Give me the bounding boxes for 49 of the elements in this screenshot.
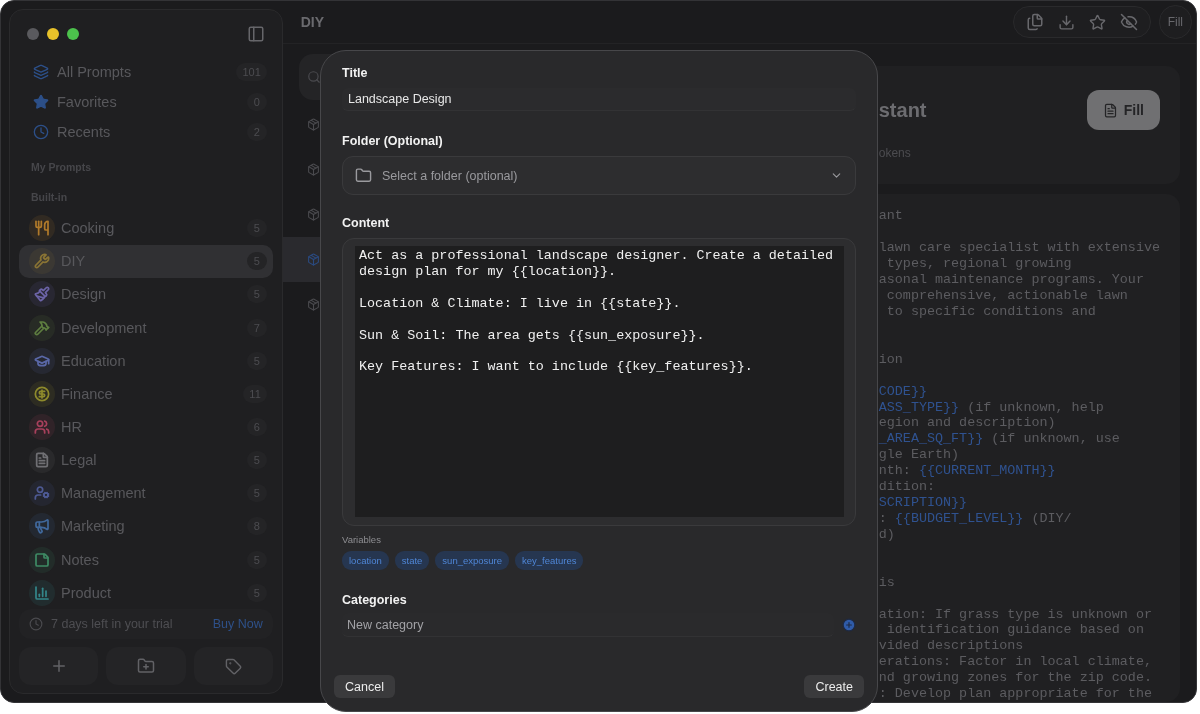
prompt-text-line: : Develop plan appropriate for the xyxy=(878,686,1153,702)
field-label: Content xyxy=(342,216,391,230)
field-label: Folder (Optional) xyxy=(342,134,444,148)
prompt-text-line: to specific conditions and xyxy=(885,303,1097,320)
prompt-text-line: is xyxy=(878,574,896,591)
nav-label: All Prompts xyxy=(57,64,133,81)
category-label: Finance xyxy=(61,385,114,402)
nav-label: Favorites xyxy=(57,93,118,110)
prompt-text-line: erations: Factor in local climate, xyxy=(878,654,1153,671)
prompt-text-line: nd growing zones for the zip code. xyxy=(878,670,1153,687)
category-label: Marketing xyxy=(61,518,126,535)
prompt-text-line: asonal maintenance programs. Your xyxy=(878,271,1145,288)
category-label: HR xyxy=(61,418,83,435)
prompt-text-line: dition: xyxy=(878,479,936,495)
prompt-text-line: nth: {{CURRENT_MONTH}} xyxy=(878,463,1057,480)
prompt-text-line: CODE}} xyxy=(878,383,928,400)
prompt-text-line: : {{BUDGET_LEVEL}} (DIY/ xyxy=(878,510,1073,527)
nav-label: Recents xyxy=(57,123,112,140)
page-title: DIY xyxy=(300,14,326,31)
prompt-text-line: d) xyxy=(878,526,896,543)
category-label: Notes xyxy=(61,551,100,568)
category-label: Development xyxy=(61,319,148,336)
prompt-text-line: ation: If grass type is unknown or xyxy=(878,606,1153,623)
prompt-text-line: lawn care specialist with extensive xyxy=(878,240,1160,257)
prompt-text-line: egion and description) xyxy=(878,415,1057,432)
category-label: Management xyxy=(61,485,147,502)
category-label: Product xyxy=(61,584,112,601)
prompt-text-line: identification guidance based on xyxy=(885,622,1145,639)
category-label: Design xyxy=(61,286,108,303)
prompt-text-line: gle Earth) xyxy=(878,447,961,464)
field-label: Title xyxy=(342,66,369,80)
variables-label: Variables xyxy=(342,534,382,545)
prompt-text-line: comprehensive, actionable lawn xyxy=(885,287,1129,304)
prompt-text-line: ion xyxy=(878,351,904,368)
field-label: Categories xyxy=(342,593,408,607)
variable-chip: location xyxy=(342,551,389,570)
variable-chip: sun_exposure xyxy=(435,551,510,570)
variable-chip: key_features xyxy=(515,551,584,570)
prompt-text-line: ant xyxy=(878,208,904,225)
category-label: Education xyxy=(61,352,127,369)
prompt-text-line: ASS_TYPE}} (if unknown, help xyxy=(878,399,1105,416)
prompt-text-line: types, regional growing xyxy=(885,256,1073,272)
category-label: Cooking xyxy=(61,220,116,237)
prompt-text-line: SCRIPTION}} xyxy=(878,494,969,511)
variable-chip: state xyxy=(394,551,430,570)
prompt-text-line: _AREA_SQ_FT}} (if unknown, use xyxy=(878,431,1121,448)
category-label: Legal xyxy=(61,452,98,469)
prompt-title: stant xyxy=(878,98,928,122)
prompt-text-line: vided descriptions xyxy=(878,638,1025,655)
